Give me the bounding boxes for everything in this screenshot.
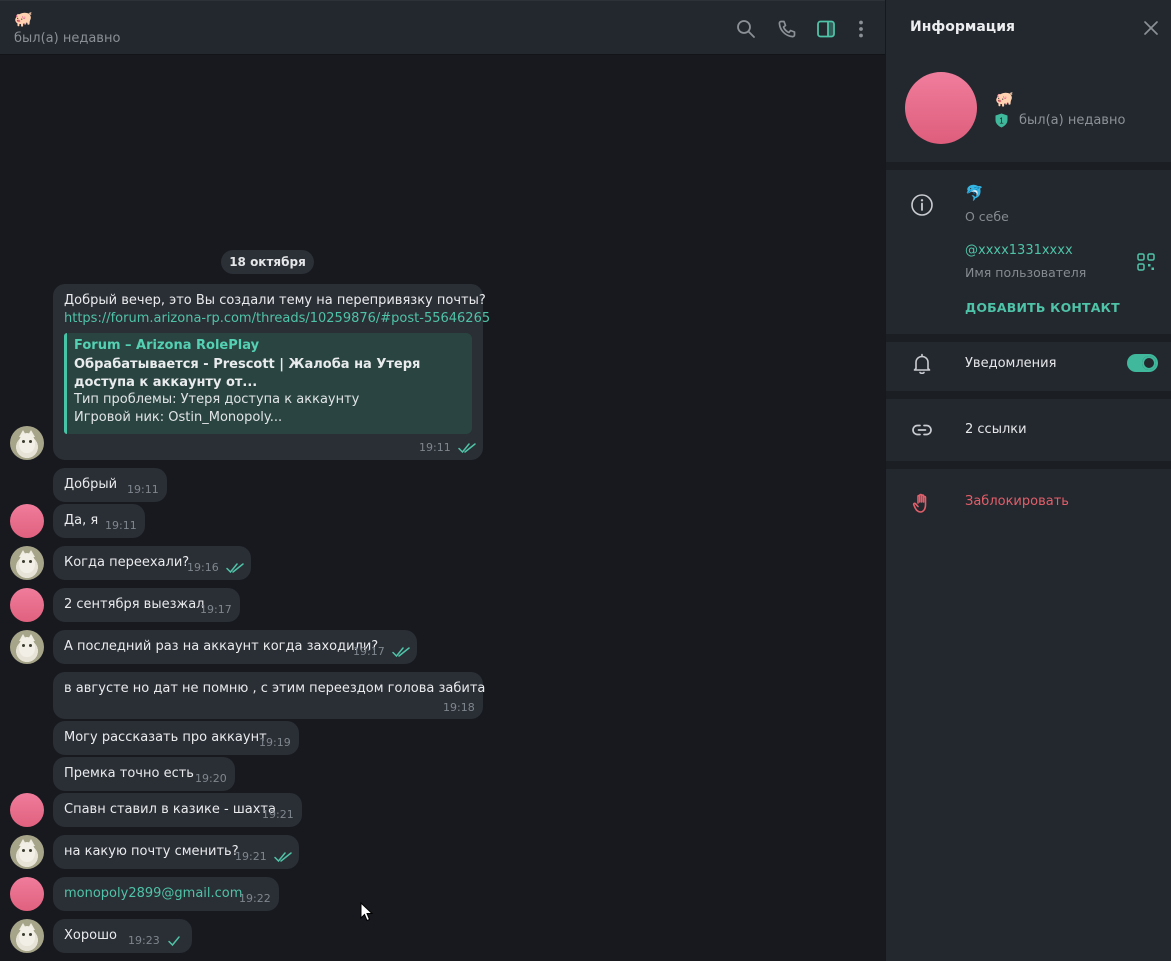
message-bubble-outgoing[interactable]: Добрый вечер, это Вы создали тему на пер… — [53, 284, 490, 460]
block-user-button[interactable]: Заблокировать — [965, 494, 1069, 509]
message-time: 19:17 — [353, 645, 385, 658]
message-bubble-incoming[interactable]: Спавн ставил в казике - шахта 19:21 — [53, 793, 302, 827]
mouse-cursor-icon — [360, 902, 374, 922]
message-text: в августе но дат не помню , с этим перее… — [64, 681, 486, 696]
message-bubble-incoming[interactable]: monopoly2899@gmail.com 19:22 — [53, 877, 279, 911]
link-icon — [910, 418, 934, 442]
username-link[interactable]: @xxxx1331xxxx — [965, 243, 1073, 258]
message-bubble-incoming[interactable]: 2 сентября выезжал 19:17 — [53, 588, 240, 622]
message-bubble-outgoing[interactable]: Хорошо 19:23 — [53, 919, 192, 953]
telegram-window: 🐖 был(а) недавно 18 октября Добрый вечер… — [0, 0, 1171, 961]
message-text: на какую почту сменить? — [64, 844, 239, 859]
check-icon — [167, 935, 185, 947]
avatar[interactable] — [10, 793, 44, 827]
message-bubble-outgoing[interactable]: А последний раз на аккаунт когда заходил… — [53, 630, 417, 664]
message-bubble-incoming[interactable]: Премка точно есть 19:20 — [53, 757, 235, 791]
close-icon[interactable] — [1143, 20, 1159, 36]
bio-emoji: 🐬 — [965, 184, 984, 202]
qr-code-icon[interactable] — [1137, 253, 1155, 271]
avatar[interactable] — [10, 546, 44, 580]
phone-icon[interactable] — [776, 18, 798, 40]
hand-stop-icon — [910, 491, 934, 515]
preview-site-name: Forum – Arizona RolePlay — [74, 338, 260, 353]
section-divider — [886, 162, 1171, 170]
bell-icon — [910, 352, 934, 376]
info-icon — [910, 193, 934, 217]
avatar[interactable] — [10, 835, 44, 869]
double-check-icon — [226, 562, 244, 574]
double-check-icon — [458, 442, 476, 454]
preview-description-line: Игровой ник: Ostin_Monopoly... — [74, 410, 283, 425]
avatar[interactable] — [10, 630, 44, 664]
bio-label: О себе — [965, 209, 1009, 224]
message-text: 2 сентября выезжал — [64, 597, 205, 612]
username-label: Имя пользователя — [965, 265, 1087, 280]
double-check-icon — [392, 646, 410, 658]
message-bubble-outgoing[interactable]: на какую почту сменить? 19:21 — [53, 835, 299, 869]
message-time: 19:22 — [239, 892, 271, 905]
section-divider — [886, 334, 1171, 342]
message-time: 19:17 — [200, 603, 232, 616]
message-text: Когда переехали? — [64, 555, 190, 570]
shared-links-item[interactable]: 2 ссылки — [965, 422, 1027, 437]
message-bubble-outgoing[interactable]: Когда переехали? 19:16 — [53, 546, 251, 580]
message-time: 19:11 — [419, 441, 451, 454]
message-text: Хорошо — [64, 928, 117, 943]
message-time: 19:21 — [235, 850, 267, 863]
link-preview[interactable]: Forum – Arizona RolePlay Обрабатывается … — [64, 333, 472, 434]
avatar[interactable] — [10, 588, 44, 622]
message-text: Спавн ставил в казике - шахта — [64, 802, 276, 817]
more-icon[interactable] — [850, 18, 872, 40]
message-text: Могу рассказать про аккаунт — [64, 730, 267, 745]
profile-name-emoji: 🐖 — [995, 90, 1014, 108]
email-link[interactable]: monopoly2899@gmail.com — [64, 886, 242, 901]
avatar[interactable] — [10, 877, 44, 911]
avatar[interactable] — [10, 919, 44, 953]
info-panel: Информация 🐖 1 был(а) недавно 🐬 О себе @… — [885, 0, 1171, 961]
message-text: Добрый вечер, это Вы создали тему на пер… — [64, 293, 486, 308]
chat-header[interactable]: 🐖 был(а) недавно — [0, 0, 885, 55]
message-text: Премка точно есть — [64, 766, 194, 781]
avatar[interactable] — [10, 504, 44, 538]
message-time: 19:11 — [127, 483, 159, 496]
notifications-toggle[interactable] — [1127, 354, 1158, 372]
message-time: 19:18 — [443, 701, 475, 714]
message-bubble-outgoing[interactable]: Добрый 19:11 — [53, 468, 167, 502]
section-divider — [886, 461, 1171, 469]
double-check-icon — [274, 851, 292, 863]
avatar[interactable] — [10, 426, 44, 460]
shield-icon: 1 — [995, 113, 1008, 128]
message-time: 19:11 — [105, 519, 137, 532]
message-text: Добрый — [64, 477, 118, 492]
message-text: Да, я — [64, 513, 99, 528]
message-link[interactable]: https://forum.arizona-rp.com/threads/102… — [64, 311, 490, 326]
section-divider — [886, 391, 1171, 399]
message-time: 19:16 — [187, 561, 219, 574]
message-text: А последний раз на аккаунт когда заходил… — [64, 639, 379, 654]
profile-avatar[interactable] — [905, 72, 977, 144]
add-contact-button[interactable]: ДОБАВИТЬ КОНТАКТ — [965, 300, 1120, 315]
message-bubble-incoming[interactable]: в августе но дат не помню , с этим перее… — [53, 672, 486, 719]
message-time: 19:23 — [128, 934, 160, 947]
peer-name-emoji[interactable]: 🐖 — [14, 10, 33, 28]
chat-area: 🐖 был(а) недавно 18 октября Добрый вечер… — [0, 0, 885, 961]
shield-badge-number: 1 — [999, 117, 1004, 126]
peer-status: был(а) недавно — [14, 31, 121, 46]
message-bubble-incoming[interactable]: Могу рассказать про аккаунт 19:19 — [53, 721, 299, 755]
panel-title: Информация — [910, 19, 1015, 35]
message-bubble-incoming[interactable]: Да, я 19:11 — [53, 504, 145, 538]
notifications-label: Уведомления — [965, 356, 1057, 371]
preview-description-line: Тип проблемы: Утеря доступа к аккаунту — [74, 392, 360, 407]
message-time: 19:21 — [262, 808, 294, 821]
date-separator: 18 октября — [221, 250, 314, 274]
profile-status: был(а) недавно — [1019, 113, 1126, 128]
message-time: 19:20 — [195, 772, 227, 785]
search-icon[interactable] — [735, 18, 757, 40]
sidebar-toggle-icon[interactable] — [815, 18, 837, 40]
message-time: 19:19 — [259, 736, 291, 749]
preview-title: Обрабатывается - Prescott | Жалоба на Ут… — [74, 357, 421, 390]
